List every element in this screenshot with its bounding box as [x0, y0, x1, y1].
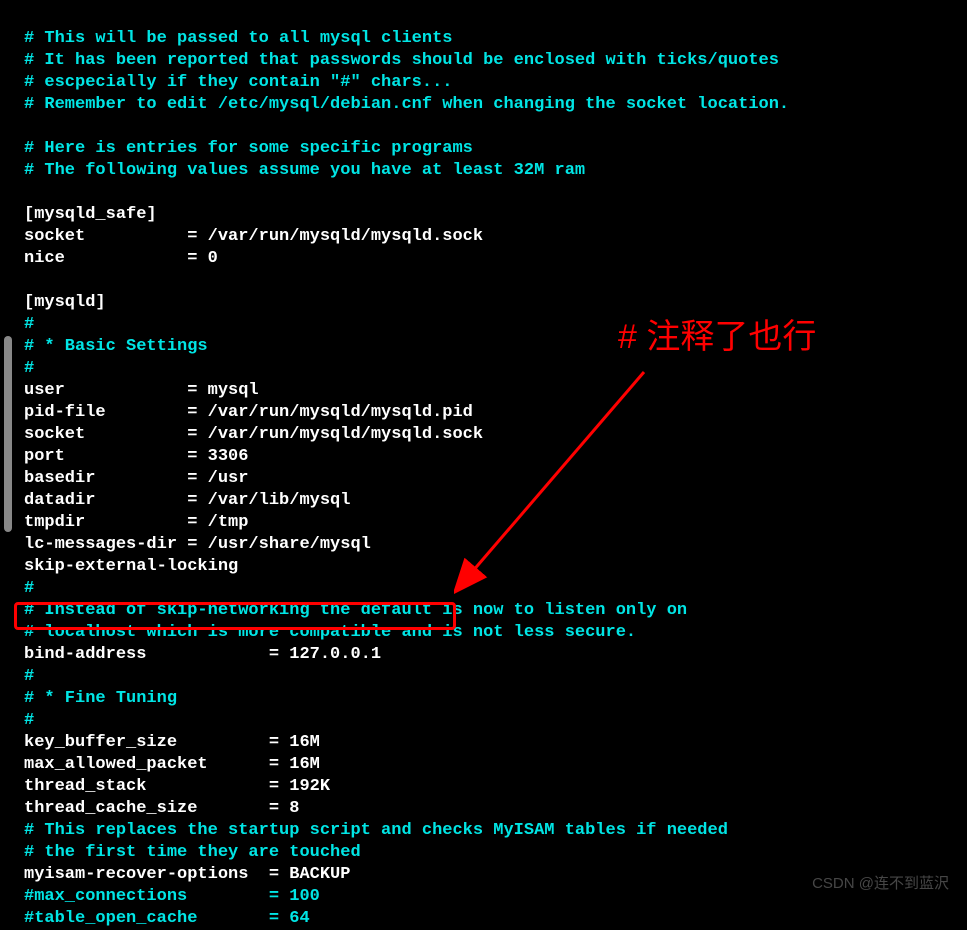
config-line: # localhost which is more compatible and…: [24, 622, 789, 644]
config-line: [mysqld_safe]: [24, 204, 789, 226]
config-line: nice = 0: [24, 248, 789, 270]
config-line: key_buffer_size = 16M: [24, 732, 789, 754]
config-line: [24, 116, 789, 138]
config-line: #: [24, 578, 789, 600]
config-line: # It has been reported that passwords sh…: [24, 50, 789, 72]
config-line: tmpdir = /tmp: [24, 512, 789, 534]
annotation-text: # 注释了也行: [618, 326, 816, 348]
config-line: #max_connections = 100: [24, 886, 789, 908]
config-line: # This replaces the startup script and c…: [24, 820, 789, 842]
config-line: bind-address = 127.0.0.1: [24, 644, 789, 666]
config-line: # Instead of skip-networking the default…: [24, 600, 789, 622]
config-line: skip-external-locking: [24, 556, 789, 578]
config-line: # escpecially if they contain "#" chars.…: [24, 72, 789, 94]
config-line: #: [24, 358, 789, 380]
config-line: socket = /var/run/mysqld/mysqld.sock: [24, 424, 789, 446]
config-line: datadir = /var/lib/mysql: [24, 490, 789, 512]
config-line: thread_cache_size = 8: [24, 798, 789, 820]
config-line: basedir = /usr: [24, 468, 789, 490]
config-line: pid-file = /var/run/mysqld/mysqld.pid: [24, 402, 789, 424]
config-line: lc-messages-dir = /usr/share/mysql: [24, 534, 789, 556]
config-line: # the first time they are touched: [24, 842, 789, 864]
config-line: #table_open_cache = 64: [24, 908, 789, 930]
config-line: # The following values assume you have a…: [24, 160, 789, 182]
config-line: socket = /var/run/mysqld/mysqld.sock: [24, 226, 789, 248]
config-line: #: [24, 710, 789, 732]
config-line: # * Fine Tuning: [24, 688, 789, 710]
config-line: port = 3306: [24, 446, 789, 468]
config-line: #: [24, 666, 789, 688]
config-line: # Here is entries for some specific prog…: [24, 138, 789, 160]
watermark: CSDN @连不到蓝沢: [812, 873, 949, 895]
config-line: [24, 270, 789, 292]
config-line: user = mysql: [24, 380, 789, 402]
config-line: [24, 182, 789, 204]
config-line: max_allowed_packet = 16M: [24, 754, 789, 776]
config-line: thread_stack = 192K: [24, 776, 789, 798]
config-editor[interactable]: # This will be passed to all mysql clien…: [0, 0, 789, 930]
config-line: # Remember to edit /etc/mysql/debian.cnf…: [24, 94, 789, 116]
config-line: myisam-recover-options = BACKUP: [24, 864, 789, 886]
config-line: # This will be passed to all mysql clien…: [24, 28, 789, 50]
config-line: [mysqld]: [24, 292, 789, 314]
